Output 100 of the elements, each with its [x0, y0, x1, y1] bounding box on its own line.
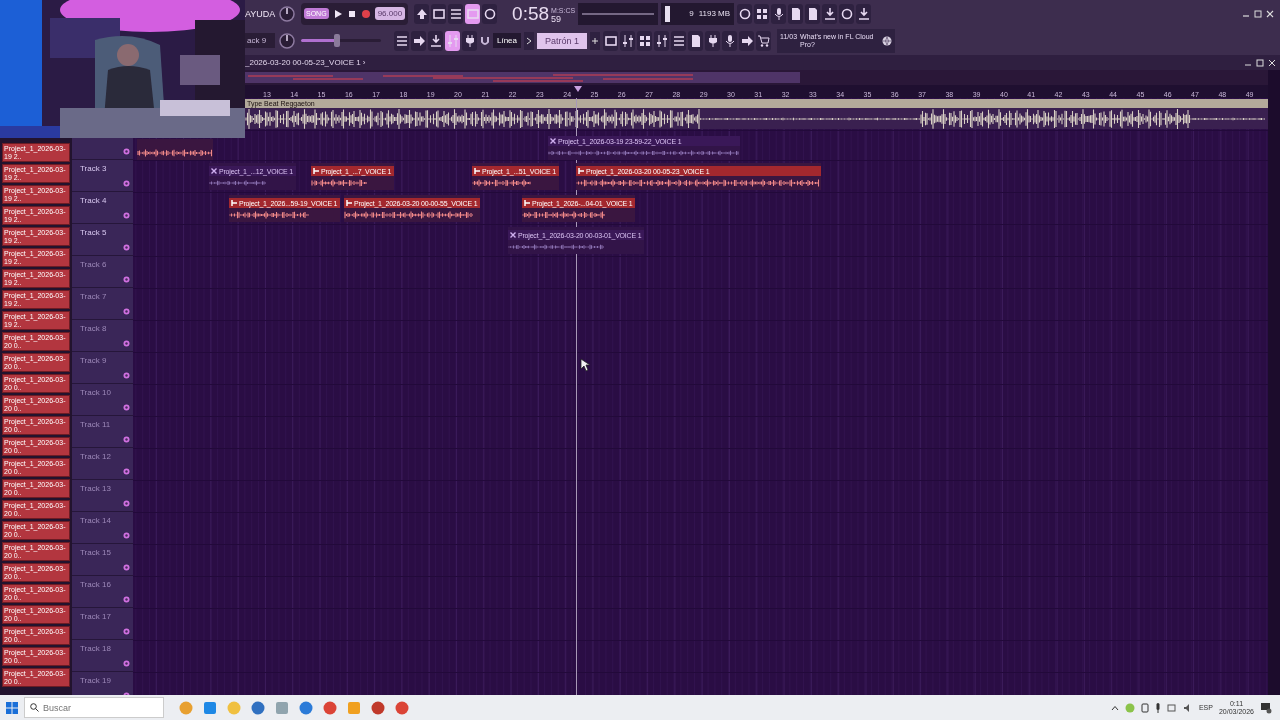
- play-button[interactable]: [332, 8, 343, 19]
- mute-dot-icon[interactable]: [123, 628, 130, 635]
- toolbar-button[interactable]: [445, 30, 460, 51]
- app-icon[interactable]: [250, 699, 266, 716]
- toolbar-button[interactable]: [754, 3, 770, 24]
- toolbar-button[interactable]: [482, 3, 498, 24]
- track-header[interactable]: Track 9: [72, 352, 133, 384]
- track-header[interactable]: Track 12: [72, 448, 133, 480]
- toolbar-button[interactable]: [739, 30, 755, 51]
- add-button[interactable]: [590, 31, 601, 50]
- toolbar-button[interactable]: [414, 3, 430, 24]
- audio-clip[interactable]: [137, 139, 213, 160]
- track-header[interactable]: Track 5: [72, 224, 133, 256]
- mute-dot-icon[interactable]: [123, 244, 130, 251]
- cursor-icon: [580, 358, 591, 372]
- knob[interactable]: [278, 31, 296, 50]
- app-icon[interactable]: [322, 699, 338, 716]
- track-header[interactable]: [72, 138, 133, 160]
- toolbar-button[interactable]: [637, 30, 653, 51]
- device-icon[interactable]: [1140, 702, 1149, 713]
- track-header[interactable]: Track 18: [72, 640, 133, 672]
- toolbar-button[interactable]: [431, 3, 447, 24]
- toolbar-button[interactable]: [688, 30, 704, 51]
- mute-dot-icon[interactable]: [123, 564, 130, 571]
- track-header[interactable]: Track 16: [72, 576, 133, 608]
- toolbar-button[interactable]: [822, 3, 838, 24]
- toolbar-button[interactable]: [465, 3, 481, 24]
- toolbar-button[interactable]: [620, 30, 636, 51]
- toolbar-button[interactable]: [428, 30, 443, 51]
- toolbar-button[interactable]: [671, 30, 687, 51]
- toolbar-button[interactable]: [654, 30, 670, 51]
- app-icon[interactable]: [202, 699, 218, 716]
- scrollbar[interactable]: [1268, 70, 1280, 695]
- mute-dot-icon[interactable]: [123, 372, 130, 379]
- snap-selector[interactable]: Línea: [493, 33, 522, 48]
- app-icon[interactable]: [394, 699, 410, 716]
- pattern-selector[interactable]: Patrón 1: [537, 32, 588, 49]
- toolbar-button[interactable]: [411, 30, 426, 51]
- mute-dot-icon[interactable]: [123, 468, 130, 475]
- start-icon[interactable]: [6, 701, 18, 714]
- stop-button[interactable]: [346, 8, 357, 19]
- waveform-drawing: [472, 176, 532, 190]
- toolbar-button[interactable]: [722, 30, 738, 51]
- mute-dot-icon[interactable]: [123, 180, 130, 187]
- mute-dot-icon[interactable]: [123, 308, 130, 315]
- toolbar-button[interactable]: [462, 30, 477, 51]
- track-header[interactable]: Track 4: [72, 192, 133, 224]
- close-icon[interactable]: [1266, 9, 1274, 18]
- track-header[interactable]: Track 3: [72, 160, 133, 192]
- mute-dot-icon[interactable]: [123, 660, 130, 667]
- app-icon[interactable]: [370, 699, 386, 716]
- toolbar-button[interactable]: [839, 3, 855, 24]
- mute-dot-icon[interactable]: [123, 148, 130, 155]
- maximize-icon[interactable]: [1254, 9, 1262, 18]
- time-centiseconds: 59: [551, 13, 563, 24]
- toolbar-button[interactable]: [756, 30, 772, 51]
- track-header[interactable]: Track 13: [72, 480, 133, 512]
- toolbar-button[interactable]: [448, 3, 464, 24]
- search-field[interactable]: Buscar: [24, 697, 164, 718]
- track-header[interactable]: Track 19: [72, 672, 133, 695]
- tempo-field[interactable]: 96.000: [374, 7, 406, 20]
- toolbar-button[interactable]: [805, 3, 821, 24]
- track-header[interactable]: Track 17: [72, 608, 133, 640]
- app-icon[interactable]: [298, 699, 314, 716]
- track-name: Track 18: [80, 644, 111, 653]
- track-header[interactable]: Track 15: [72, 544, 133, 576]
- track-name: Track 17: [80, 612, 111, 621]
- track-header[interactable]: Track 8: [72, 320, 133, 352]
- slider-thumb[interactable]: [334, 34, 340, 47]
- toolbar-button[interactable]: [771, 3, 787, 24]
- mute-dot-icon[interactable]: [123, 276, 130, 283]
- network-icon[interactable]: [1166, 702, 1177, 713]
- toolbar-button[interactable]: [737, 3, 753, 24]
- track-header[interactable]: Track 6: [72, 256, 133, 288]
- mute-dot-icon[interactable]: [123, 596, 130, 603]
- track-header[interactable]: Track 11: [72, 416, 133, 448]
- track-header[interactable]: Track 10: [72, 384, 133, 416]
- volume-slider[interactable]: [301, 34, 381, 47]
- mute-dot-icon[interactable]: [123, 212, 130, 219]
- track-header[interactable]: Track 7: [72, 288, 133, 320]
- mute-dot-icon[interactable]: [123, 404, 130, 411]
- mute-dot-icon[interactable]: [123, 340, 130, 347]
- menu-item[interactable]: AYUDA: [245, 8, 275, 19]
- toolbar-button[interactable]: [705, 30, 721, 51]
- toolbar-button[interactable]: [856, 3, 872, 24]
- knob[interactable]: [278, 4, 296, 23]
- mute-dot-icon[interactable]: [123, 532, 130, 539]
- record-button[interactable]: [360, 8, 371, 19]
- previous-button[interactable]: [524, 31, 535, 50]
- toolbar-button[interactable]: [603, 30, 619, 51]
- maximize-icon[interactable]: [1256, 58, 1264, 67]
- mute-dot-icon[interactable]: [123, 500, 130, 507]
- track-header[interactable]: Track 14: [72, 512, 133, 544]
- chevron-icon[interactable]: [1110, 704, 1119, 711]
- mute-dot-icon[interactable]: [123, 436, 130, 443]
- toolbar-button[interactable]: [788, 3, 804, 24]
- microphone-icon[interactable]: [1154, 702, 1161, 713]
- notification-icon[interactable]: [1260, 701, 1272, 714]
- toolbar-button[interactable]: [394, 30, 409, 51]
- close-icon[interactable]: [1268, 58, 1276, 67]
